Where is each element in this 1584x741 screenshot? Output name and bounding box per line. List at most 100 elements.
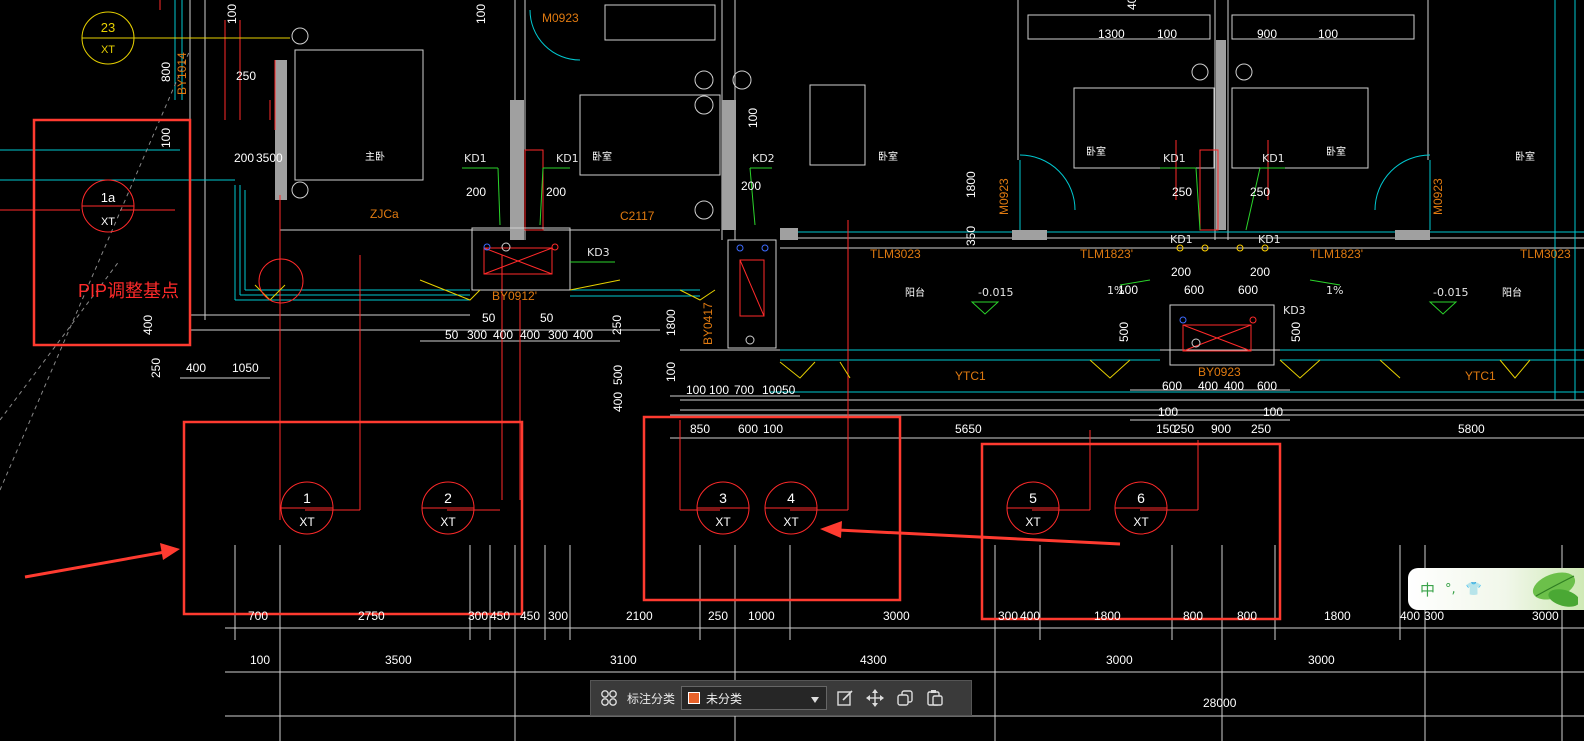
label-m0923-top: M0923	[542, 11, 579, 25]
svg-text:250: 250	[610, 315, 624, 335]
svg-text:KD1: KD1	[1170, 233, 1193, 246]
svg-text:1800: 1800	[964, 171, 978, 198]
svg-text:300: 300	[548, 609, 568, 623]
svg-text:600: 600	[1162, 379, 1182, 393]
svg-text:400: 400	[186, 361, 206, 375]
svg-text:600: 600	[1238, 283, 1258, 297]
category-grid-icon[interactable]	[597, 686, 621, 710]
svg-text:3100: 3100	[610, 653, 637, 667]
svg-text:500: 500	[1117, 322, 1131, 342]
paste-icon[interactable]	[923, 686, 947, 710]
svg-text:KD1: KD1	[1258, 233, 1281, 246]
svg-text:100: 100	[709, 383, 729, 397]
svg-text:400: 400	[1198, 379, 1218, 393]
riser-bubble-6[interactable]: 6 XT	[1114, 481, 1168, 535]
svg-text:100: 100	[686, 383, 706, 397]
edit-annotation-icon[interactable]	[833, 686, 857, 710]
pip-adjust-label: PIP调整基点	[78, 281, 179, 301]
title-bubble[interactable]: 23 XT	[81, 11, 135, 65]
svg-text:-0.015: -0.015	[978, 286, 1013, 299]
svg-text:KD1: KD1	[556, 152, 579, 165]
ime-mode-toggle[interactable]: 中	[1420, 579, 1435, 600]
riser-bubble-3[interactable]: 3 XT	[696, 481, 750, 535]
copy-icon[interactable]	[893, 686, 917, 710]
svg-text:600: 600	[738, 422, 758, 436]
svg-text:100: 100	[225, 4, 239, 24]
svg-text:400: 400	[520, 328, 540, 342]
svg-text:600: 600	[1184, 283, 1204, 297]
svg-text:50: 50	[782, 383, 796, 397]
label-tlm3023-b: TLM3023	[1520, 247, 1571, 261]
svg-text:100: 100	[1158, 405, 1178, 419]
riser-bubble-1[interactable]: 1 XT	[280, 481, 334, 535]
cad-drawing-canvas[interactable]: 23 XT 1a XT 1 XT 2 XT 3 XT 4 XT 5 XT 6 X…	[0, 0, 1584, 741]
label-by0912: BY0912'	[492, 289, 537, 303]
svg-text:800: 800	[159, 62, 173, 82]
svg-text:1800: 1800	[664, 309, 678, 336]
svg-text:主卧: 主卧	[365, 150, 385, 163]
svg-text:XT: XT	[783, 515, 799, 529]
move-icon[interactable]	[863, 686, 887, 710]
cyan-wall-lines	[0, 0, 1584, 400]
svg-text:200: 200	[1171, 265, 1191, 279]
svg-text:KD2: KD2	[752, 152, 775, 165]
svg-text:1800: 1800	[1324, 609, 1351, 623]
svg-text:250: 250	[708, 609, 728, 623]
svg-text:200: 200	[234, 151, 254, 165]
svg-text:100: 100	[1157, 27, 1177, 41]
svg-text:250: 250	[1251, 422, 1271, 436]
svg-text:3000: 3000	[883, 609, 910, 623]
svg-text:卧室: 卧室	[1086, 145, 1106, 158]
ime-skin-icon[interactable]: 👕	[1466, 582, 1482, 597]
svg-text:400: 400	[1125, 0, 1139, 10]
dashed-lines	[0, 49, 191, 491]
svg-text:XT: XT	[715, 515, 731, 529]
svg-text:50: 50	[482, 311, 496, 325]
svg-text:400: 400	[573, 328, 593, 342]
svg-text:1a: 1a	[101, 190, 116, 205]
svg-text:500: 500	[1289, 322, 1303, 342]
svg-text:300: 300	[1424, 609, 1444, 623]
riser-bubble-4[interactable]: 4 XT	[764, 481, 818, 535]
riser-bubble-5[interactable]: 5 XT	[1006, 481, 1060, 535]
riser-bubble-2[interactable]: 2 XT	[421, 481, 475, 535]
svg-text:2100: 2100	[626, 609, 653, 623]
svg-text:300: 300	[468, 609, 488, 623]
ime-punctuation-toggle[interactable]: °,	[1445, 582, 1456, 597]
label-by0417: BY0417	[701, 302, 715, 345]
svg-text:XT: XT	[1025, 515, 1041, 529]
svg-text:3500: 3500	[256, 151, 283, 165]
svg-text:250: 250	[1172, 185, 1192, 199]
svg-text:1800: 1800	[1094, 609, 1121, 623]
svg-text:200: 200	[741, 179, 761, 193]
svg-text:XT: XT	[440, 515, 456, 529]
category-select[interactable]: 未分类	[681, 686, 828, 710]
dimension-row-1: 700 2750 300 450 450 300 2100 250 1000 3…	[248, 609, 1559, 623]
svg-text:阳台: 阳台	[905, 286, 925, 299]
riser-bubble-1a[interactable]: 1a XT	[81, 179, 135, 233]
svg-text:450: 450	[490, 609, 510, 623]
wall-blocks	[275, 40, 1430, 240]
svg-text:2: 2	[444, 490, 452, 506]
svg-text:100: 100	[763, 422, 783, 436]
svg-text:400: 400	[141, 315, 155, 335]
svg-text:XT: XT	[1133, 515, 1149, 529]
category-label: 标注分类	[627, 691, 676, 706]
svg-text:卧室: 卧室	[592, 150, 612, 163]
ime-status-bar[interactable]: 中 °, 👕	[1408, 568, 1584, 610]
svg-text:50: 50	[445, 328, 459, 342]
svg-text:200: 200	[546, 185, 566, 199]
annotation-toolbar: 标注分类 未分类	[590, 680, 972, 716]
svg-text:100: 100	[762, 383, 782, 397]
svg-text:900: 900	[1211, 422, 1231, 436]
highlight-box-1a	[32, 118, 192, 347]
svg-text:400: 400	[611, 392, 625, 412]
svg-text:250: 250	[1174, 422, 1194, 436]
svg-text:300: 300	[467, 328, 487, 342]
svg-text:1000: 1000	[748, 609, 775, 623]
svg-text:700: 700	[248, 609, 268, 623]
svg-text:800: 800	[1183, 609, 1203, 623]
svg-text:1: 1	[303, 490, 311, 506]
svg-text:700: 700	[734, 383, 754, 397]
label-m0923-right: M0923	[1431, 178, 1445, 215]
